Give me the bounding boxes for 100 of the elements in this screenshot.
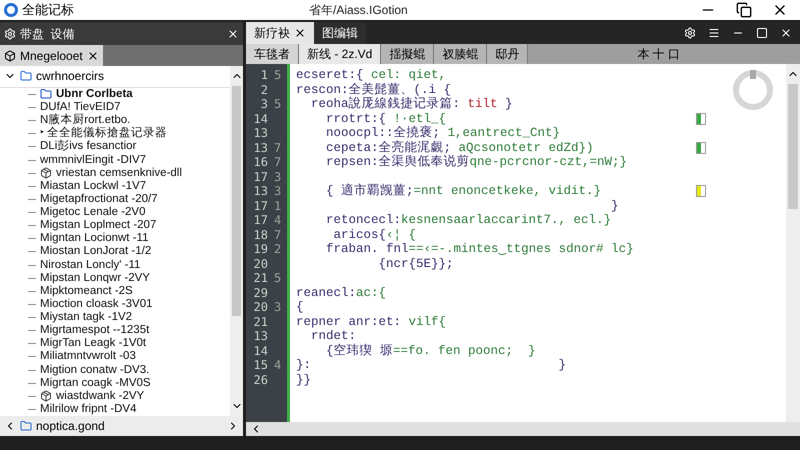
- line-number: 13: [252, 126, 268, 140]
- editor-subtab[interactable]: 新线 - 2z.Vd: [299, 44, 382, 64]
- loading-spinner-icon: [732, 69, 774, 111]
- scrollbar[interactable]: [230, 66, 243, 416]
- tree-item[interactable]: DLi彭ivs fesanctior: [40, 140, 136, 154]
- tree-item[interactable]: wiastdwank -2VY: [56, 390, 144, 403]
- close-icon[interactable]: [227, 28, 239, 40]
- tree-item[interactable]: Migetapfroctionat -20/7: [40, 192, 158, 206]
- line-number: 5: [274, 97, 282, 112]
- app-title: 全能记标: [22, 1, 74, 20]
- code-line: ecseret:{ cel: qiet,: [296, 68, 448, 82]
- tree-item[interactable]: Nirostan Loncly' -11: [40, 258, 140, 272]
- line-number: 3: [260, 97, 268, 112]
- menu-icon[interactable]: [708, 27, 720, 39]
- file-name: noptica.gond: [36, 418, 105, 435]
- line-number: 3: [274, 184, 282, 198]
- tree-item[interactable]: Mipstan Lonqwr -2VY: [40, 272, 150, 285]
- code-line: { 適市覇觊薑;=nnt enoncetkeke, vidit.}: [325, 184, 602, 198]
- line-number: 13: [252, 329, 268, 344]
- panel-tab[interactable]: Mnegelooet: [0, 45, 103, 66]
- line-number: 5: [274, 271, 282, 286]
- panel-title: 带盘 设備: [20, 26, 75, 42]
- line-number: 17: [252, 170, 268, 184]
- line-number: 7: [274, 155, 282, 170]
- code-line: rescon:全美髭薑、(.i {: [296, 82, 452, 96]
- line-number: 5: [274, 68, 282, 82]
- line-number: 19: [252, 242, 268, 256]
- line-number: 3: [274, 170, 282, 184]
- line-number: 14: [252, 112, 268, 126]
- editor-subtab[interactable]: 车毯者: [246, 44, 299, 64]
- toolbar-text: 本 十 口: [637, 46, 680, 63]
- maximize-icon[interactable]: [756, 27, 768, 39]
- code-line: rrotrt:{ !·etl_{: [325, 112, 448, 126]
- line-number: 21: [252, 314, 268, 329]
- tree-item[interactable]: Migrtamespot --1235t: [40, 324, 150, 338]
- code-line: fraban. fnl==‹=-.mintes‿ttgnes sdnor# lc}: [325, 242, 635, 256]
- line-number: 3: [274, 300, 282, 314]
- line-number: 2: [274, 242, 282, 256]
- close-icon[interactable]: [780, 27, 792, 39]
- line-number: 15: [252, 358, 268, 372]
- tree-item[interactable]: Migrtan coagk -MV0S: [40, 376, 151, 390]
- line-number: 13: [252, 140, 268, 155]
- restore-icon[interactable]: [736, 2, 752, 18]
- code-line: cepeta:全亮能浘覷; aQcsonotetr edZd}): [325, 140, 595, 154]
- tree-item[interactable]: Mipktomeanct -2S: [40, 284, 133, 298]
- settings-icon[interactable]: [4, 28, 16, 40]
- line-number: 16: [252, 155, 268, 170]
- scrollbar[interactable]: [786, 64, 800, 422]
- tree-item[interactable]: Miostan LonJorat -1/2: [40, 245, 152, 258]
- tree-item[interactable]: Mioction cloask -3V01: [40, 298, 152, 311]
- code-line: repsen:全渠舆低奉说剪qne-pcrcnor-czt,=nW;}: [325, 155, 628, 170]
- line-number: 4: [274, 358, 282, 372]
- tree-item[interactable]: Milrilow fripnt -DV4: [40, 402, 136, 416]
- tree-item[interactable]: MigrTan Leagk -1V0t: [40, 337, 146, 350]
- line-number: 13: [252, 184, 268, 198]
- tree-item[interactable]: Ubnr Corlbeta: [56, 88, 133, 101]
- line-number: 7: [274, 228, 282, 242]
- code-line: {ncr{5E}};: [378, 256, 455, 271]
- line-number: 17: [252, 198, 268, 213]
- line-number: 1: [260, 68, 268, 82]
- close-icon[interactable]: [86, 50, 99, 62]
- tree-item[interactable]: N腋本厨rort.etbo.: [40, 114, 130, 128]
- tree-item[interactable]: Migntan Locionwt -11: [40, 232, 148, 246]
- code-line: }: }: [296, 358, 568, 372]
- code-line: }}: [296, 372, 312, 387]
- tree-item[interactable]: ‣ 全全能儀标搶盘记录器: [40, 127, 168, 140]
- editor-subtab[interactable]: 揺擬蜫: [381, 44, 434, 64]
- editor-subtab[interactable]: 邸丹: [487, 44, 528, 64]
- tree-item[interactable]: Migstan Loplmect -207: [40, 219, 156, 232]
- code-line: nooocpl::全撓褒; 1,eantrect_Cnt}: [325, 126, 562, 140]
- line-number: 7: [274, 140, 282, 155]
- code-line: retoncecl:kesnensaarlaccarint7., ecl.}: [325, 213, 612, 228]
- tree-item[interactable]: Miliatmntvwrolt -03: [40, 350, 136, 364]
- code-line: reoha說厐線銭捷记录篇: tilt }: [310, 97, 514, 112]
- tree-item[interactable]: Migetoc Lenale -2V0: [40, 206, 146, 220]
- line-number: 14: [252, 344, 268, 358]
- package-icon: [40, 167, 52, 180]
- window-title: 省年/Aiass.IGotion: [309, 2, 408, 19]
- code-line: reanecl:ac:{: [296, 286, 388, 300]
- tree-item[interactable]: Migtion conatw -DV3.: [40, 364, 150, 377]
- code-line: repner anr:et: vilf{: [296, 314, 448, 329]
- editor-tab[interactable]: 图编辑: [314, 22, 366, 44]
- editor-subtab[interactable]: 衩腠蜫: [434, 44, 488, 64]
- close-icon[interactable]: [294, 27, 306, 39]
- tree-item[interactable]: DUfA! TievEID7: [40, 101, 121, 114]
- line-number: 1: [274, 198, 282, 213]
- package-icon: [40, 390, 52, 402]
- line-number: 2: [260, 82, 268, 97]
- line-number: 26: [252, 372, 268, 387]
- tree-item[interactable]: Miystan tagk -1V2: [40, 311, 132, 324]
- line-number: 20: [252, 256, 268, 271]
- tree-item[interactable]: wmmnivlEingit -DIV7: [40, 154, 146, 167]
- tree-root[interactable]: cwrhnoercirs: [36, 67, 104, 86]
- line-number: 29: [252, 286, 268, 300]
- code-line: }: [610, 198, 620, 213]
- editor-tab[interactable]: 新疗袂: [246, 22, 314, 44]
- tree-item[interactable]: Miastan Lockwl -1V7: [40, 180, 146, 193]
- tree-item[interactable]: vriestan cemsenknive-dll: [56, 166, 182, 180]
- settings-icon[interactable]: [684, 27, 696, 39]
- folder-icon: [20, 70, 32, 82]
